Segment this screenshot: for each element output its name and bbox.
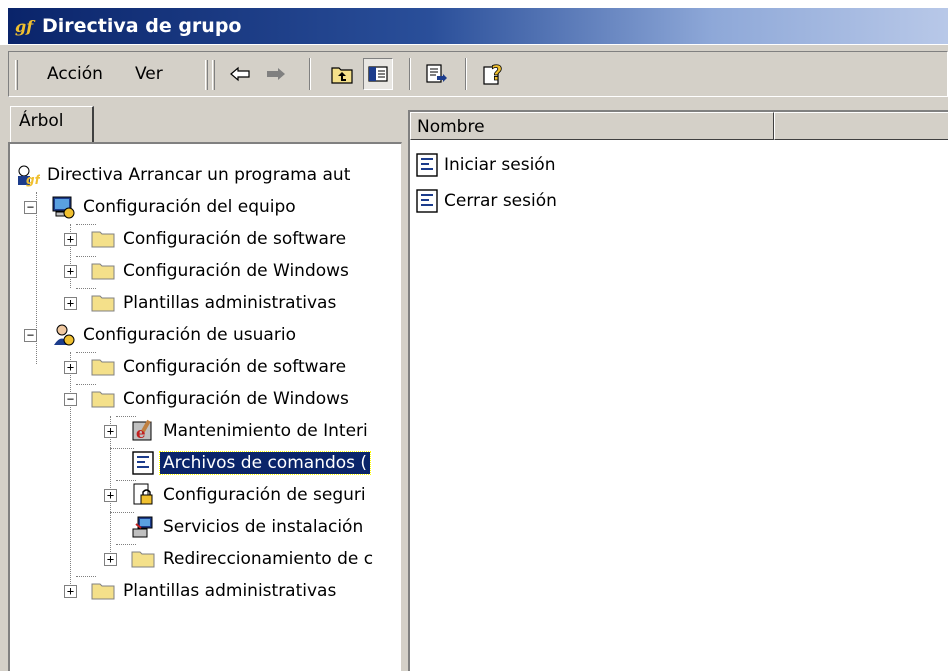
security-lock-icon [133,483,153,505]
tree-item-user-admin-templates[interactable]: Plantillas administrativas [90,576,339,606]
tree-item-label: Configuración de Windows [123,261,349,281]
script-icon [416,153,438,177]
list-item-label: Cerrar sesión [444,191,557,211]
tree-item-label: Plantillas administrativas [123,581,337,601]
expand-toggle[interactable]: + [104,553,117,566]
tree-item-computer-admin-templates[interactable]: Plantillas administrativas [90,288,339,318]
forward-button[interactable] [261,58,291,90]
forward-arrow-icon [267,68,285,80]
up-one-level-icon [331,67,353,84]
folder-icon [131,551,155,568]
menu-action[interactable]: Acción [47,64,103,84]
tree-item-label: Configuración del equipo [83,197,296,217]
tab-tree-label: Árbol [19,111,64,131]
tree-item-label: Plantillas administrativas [123,293,337,313]
title-bar[interactable]: gf Directiva de grupo [8,8,948,44]
tree-item-folder-redirection[interactable]: Redireccionamiento de c [130,544,376,574]
back-button[interactable] [225,58,255,90]
folder-icon [91,359,115,376]
expand-toggle[interactable]: + [64,361,77,374]
script-icon [416,189,438,213]
expand-toggle[interactable]: + [104,425,117,438]
tree-item-scripts[interactable]: Archivos de comandos ( [130,448,372,478]
svg-text:gf: gf [26,173,40,187]
tree-item-root[interactable]: gf Directiva Arrancar un programa aut [14,160,353,190]
computer-config-icon [52,196,75,219]
help-icon: ? [483,62,503,85]
window-title: Directiva de grupo [42,15,242,37]
tree-pane[interactable]: − + + + − + − + + + + gf Directiva Arran… [8,142,402,671]
expand-toggle[interactable]: + [104,489,117,502]
ie-maintenance-icon: e [132,419,152,442]
tree-item-security[interactable]: Configuración de seguri [130,480,369,510]
show-hide-tree-icon [368,66,388,82]
user-config-icon [54,324,75,346]
tree-item-install-services[interactable]: Servicios de instalación [130,512,366,542]
tree-item-ie-maintenance[interactable]: e Mantenimiento de Interi [130,416,371,446]
menu-view-label: Ver [135,64,163,84]
tree-item-label: Mantenimiento de Interi [163,421,368,441]
remote-install-icon [132,516,153,538]
tree-item-computer-windows[interactable]: Configuración de Windows [90,256,352,286]
policy-users-icon: gf [18,165,40,187]
tree-item-label: Archivos de comandos ( [158,451,372,475]
folder-icon [91,583,115,600]
list-item-logoff[interactable]: Cerrar sesión [414,186,557,216]
back-arrow-icon [230,66,250,82]
toolbar-separator-2 [409,58,411,90]
tree-item-label: Configuración de software [123,229,347,249]
tree-item-label: Configuración de Windows [123,389,349,409]
collapse-toggle[interactable]: − [24,329,37,342]
toolbar-grip-2[interactable] [205,60,208,90]
toolbar-separator [309,58,311,90]
toolbar-grip-3 [212,60,215,90]
folder-icon [91,231,115,248]
svg-text:gf: gf [15,17,36,36]
expand-toggle[interactable]: + [64,585,77,598]
tree-item-computer-software[interactable]: Configuración de software [90,224,349,254]
toolbar-separator-3 [465,58,467,90]
tree-item-label: Directiva Arrancar un programa aut [47,165,351,185]
column-header-name[interactable]: Nombre [410,112,774,140]
expand-toggle[interactable]: + [64,297,77,310]
script-icon [132,451,154,475]
list-pane[interactable]: Nombre Iniciar sesión Cerrar sesión [408,110,948,671]
tree-item-user-config[interactable]: Configuración de usuario [50,320,299,350]
expand-toggle[interactable]: + [64,265,77,278]
content-area: Árbol − + + + − + − + + + + gf Directiva… [0,102,948,671]
tree-item-user-windows[interactable]: Configuración de Windows [90,384,352,414]
show-hide-tree-button[interactable] [363,58,393,90]
tree-item-computer-config[interactable]: Configuración del equipo [50,192,299,222]
tree-item-label: Servicios de instalación [163,517,364,537]
tab-tree[interactable]: Árbol [10,106,94,142]
list-item-label: Iniciar sesión [444,155,556,175]
export-list-icon [426,64,447,83]
svg-text:?: ? [491,62,503,85]
folder-icon [91,263,115,280]
expand-toggle[interactable]: + [64,233,77,246]
column-header-empty[interactable] [774,112,948,140]
column-header-label: Nombre [417,117,485,137]
toolbar-frame: Acción Ver ? [8,51,948,97]
menu-action-label: Acción [47,64,103,84]
tree-item-label: Configuración de usuario [83,325,296,345]
toolbar: Acción Ver ? [0,44,948,102]
group-policy-icon: gf [15,17,36,36]
menu-view[interactable]: Ver [135,64,163,84]
tree-item-label: Redireccionamiento de c [163,549,374,569]
folder-icon [91,295,115,312]
collapse-toggle[interactable]: − [24,201,37,214]
list-item-logon[interactable]: Iniciar sesión [414,150,555,180]
up-one-level-button[interactable] [327,58,357,90]
help-button[interactable]: ? [479,58,509,90]
tree-item-label: Configuración de software [123,357,347,377]
tree-item-label: Configuración de seguri [163,485,366,505]
tree-item-user-software[interactable]: Configuración de software [90,352,349,382]
folder-open-icon [91,391,115,408]
collapse-toggle[interactable]: − [64,393,77,406]
export-list-button[interactable] [421,58,451,90]
tree-connector [70,352,71,592]
toolbar-grip[interactable] [15,60,18,90]
